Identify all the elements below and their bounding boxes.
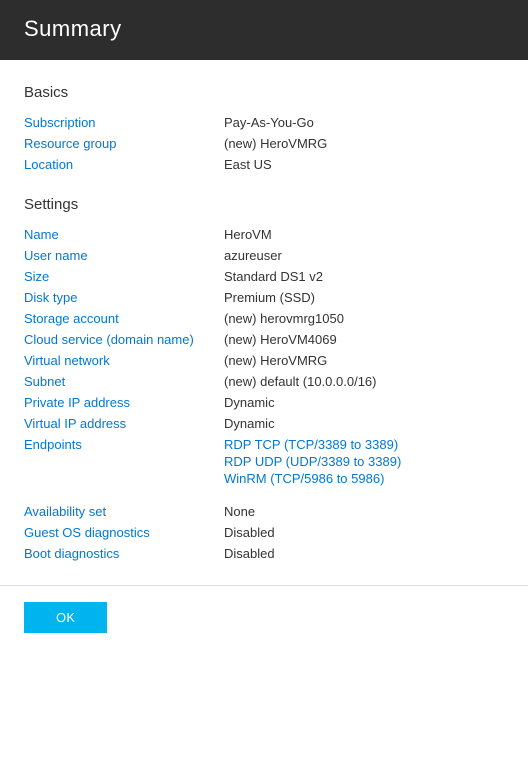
table-row: Size Standard DS1 v2 bbox=[24, 269, 504, 284]
row-label: Subnet bbox=[24, 374, 224, 389]
row-value: Premium (SSD) bbox=[224, 290, 504, 305]
row-label: Virtual network bbox=[24, 353, 224, 368]
row-label: Size bbox=[24, 269, 224, 284]
table-row: Storage account (new) herovmrg1050 bbox=[24, 311, 504, 326]
row-label: User name bbox=[24, 248, 224, 263]
row-value: Disabled bbox=[224, 525, 504, 540]
endpoint-item: WinRM (TCP/5986 to 5986) bbox=[224, 471, 504, 486]
row-label: Subscription bbox=[24, 115, 224, 130]
row-value: East US bbox=[224, 157, 504, 172]
table-row: Subnet (new) default (10.0.0.0/16) bbox=[24, 374, 504, 389]
table-row: Subscription Pay-As-You-Go bbox=[24, 115, 504, 130]
row-value: Dynamic bbox=[224, 416, 504, 431]
basics-section: Basics Subscription Pay-As-You-Go Resour… bbox=[24, 84, 504, 172]
row-value: Dynamic bbox=[224, 395, 504, 410]
row-value: HeroVM bbox=[224, 227, 504, 242]
table-row: Cloud service (domain name) (new) HeroVM… bbox=[24, 332, 504, 347]
table-row: Disk type Premium (SSD) bbox=[24, 290, 504, 305]
row-value: (new) HeroVMRG bbox=[224, 136, 504, 151]
row-value: (new) default (10.0.0.0/16) bbox=[224, 374, 504, 389]
row-value: None bbox=[224, 504, 504, 519]
row-label: Cloud service (domain name) bbox=[24, 332, 224, 347]
row-value: (new) HeroVM4069 bbox=[224, 332, 504, 347]
table-row: Endpoints RDP TCP (TCP/3389 to 3389)RDP … bbox=[24, 437, 504, 488]
row-label: Virtual IP address bbox=[24, 416, 224, 431]
settings-section-title: Settings bbox=[24, 196, 504, 213]
row-label: Storage account bbox=[24, 311, 224, 326]
basics-section-title: Basics bbox=[24, 84, 504, 101]
table-row: Boot diagnostics Disabled bbox=[24, 546, 504, 561]
row-label: Endpoints bbox=[24, 437, 224, 452]
table-row: Virtual network (new) HeroVMRG bbox=[24, 353, 504, 368]
footer: OK bbox=[0, 585, 528, 649]
row-label: Disk type bbox=[24, 290, 224, 305]
row-label: Resource group bbox=[24, 136, 224, 151]
page-title: Summary bbox=[24, 16, 504, 42]
row-label: Guest OS diagnostics bbox=[24, 525, 224, 540]
row-value: (new) herovmrg1050 bbox=[224, 311, 504, 326]
row-value: azureuser bbox=[224, 248, 504, 263]
table-row: User name azureuser bbox=[24, 248, 504, 263]
row-value: Disabled bbox=[224, 546, 504, 561]
table-row: Availability set None bbox=[24, 504, 504, 519]
row-value: RDP TCP (TCP/3389 to 3389) RDP UDP (UDP/3… bbox=[224, 437, 504, 488]
table-row: Guest OS diagnostics Disabled bbox=[24, 525, 504, 540]
row-label: Boot diagnostics bbox=[24, 546, 224, 561]
row-label: Availability set bbox=[24, 504, 224, 519]
endpoint-item: RDP UDP (UDP/3389 to 3389) bbox=[224, 454, 504, 469]
row-label: Private IP address bbox=[24, 395, 224, 410]
ok-button[interactable]: OK bbox=[24, 602, 107, 633]
row-value: Pay-As-You-Go bbox=[224, 115, 504, 130]
row-value: Standard DS1 v2 bbox=[224, 269, 504, 284]
settings-section: Settings Name HeroVM User name azureuser… bbox=[24, 196, 504, 561]
table-row: Location East US bbox=[24, 157, 504, 172]
row-label: Name bbox=[24, 227, 224, 242]
endpoint-item: RDP TCP (TCP/3389 to 3389) bbox=[224, 437, 504, 452]
row-value: (new) HeroVMRG bbox=[224, 353, 504, 368]
table-row: Virtual IP address Dynamic bbox=[24, 416, 504, 431]
table-row: Resource group (new) HeroVMRG bbox=[24, 136, 504, 151]
table-row: Private IP address Dynamic bbox=[24, 395, 504, 410]
table-row: Name HeroVM bbox=[24, 227, 504, 242]
header: Summary bbox=[0, 0, 528, 60]
row-label: Location bbox=[24, 157, 224, 172]
